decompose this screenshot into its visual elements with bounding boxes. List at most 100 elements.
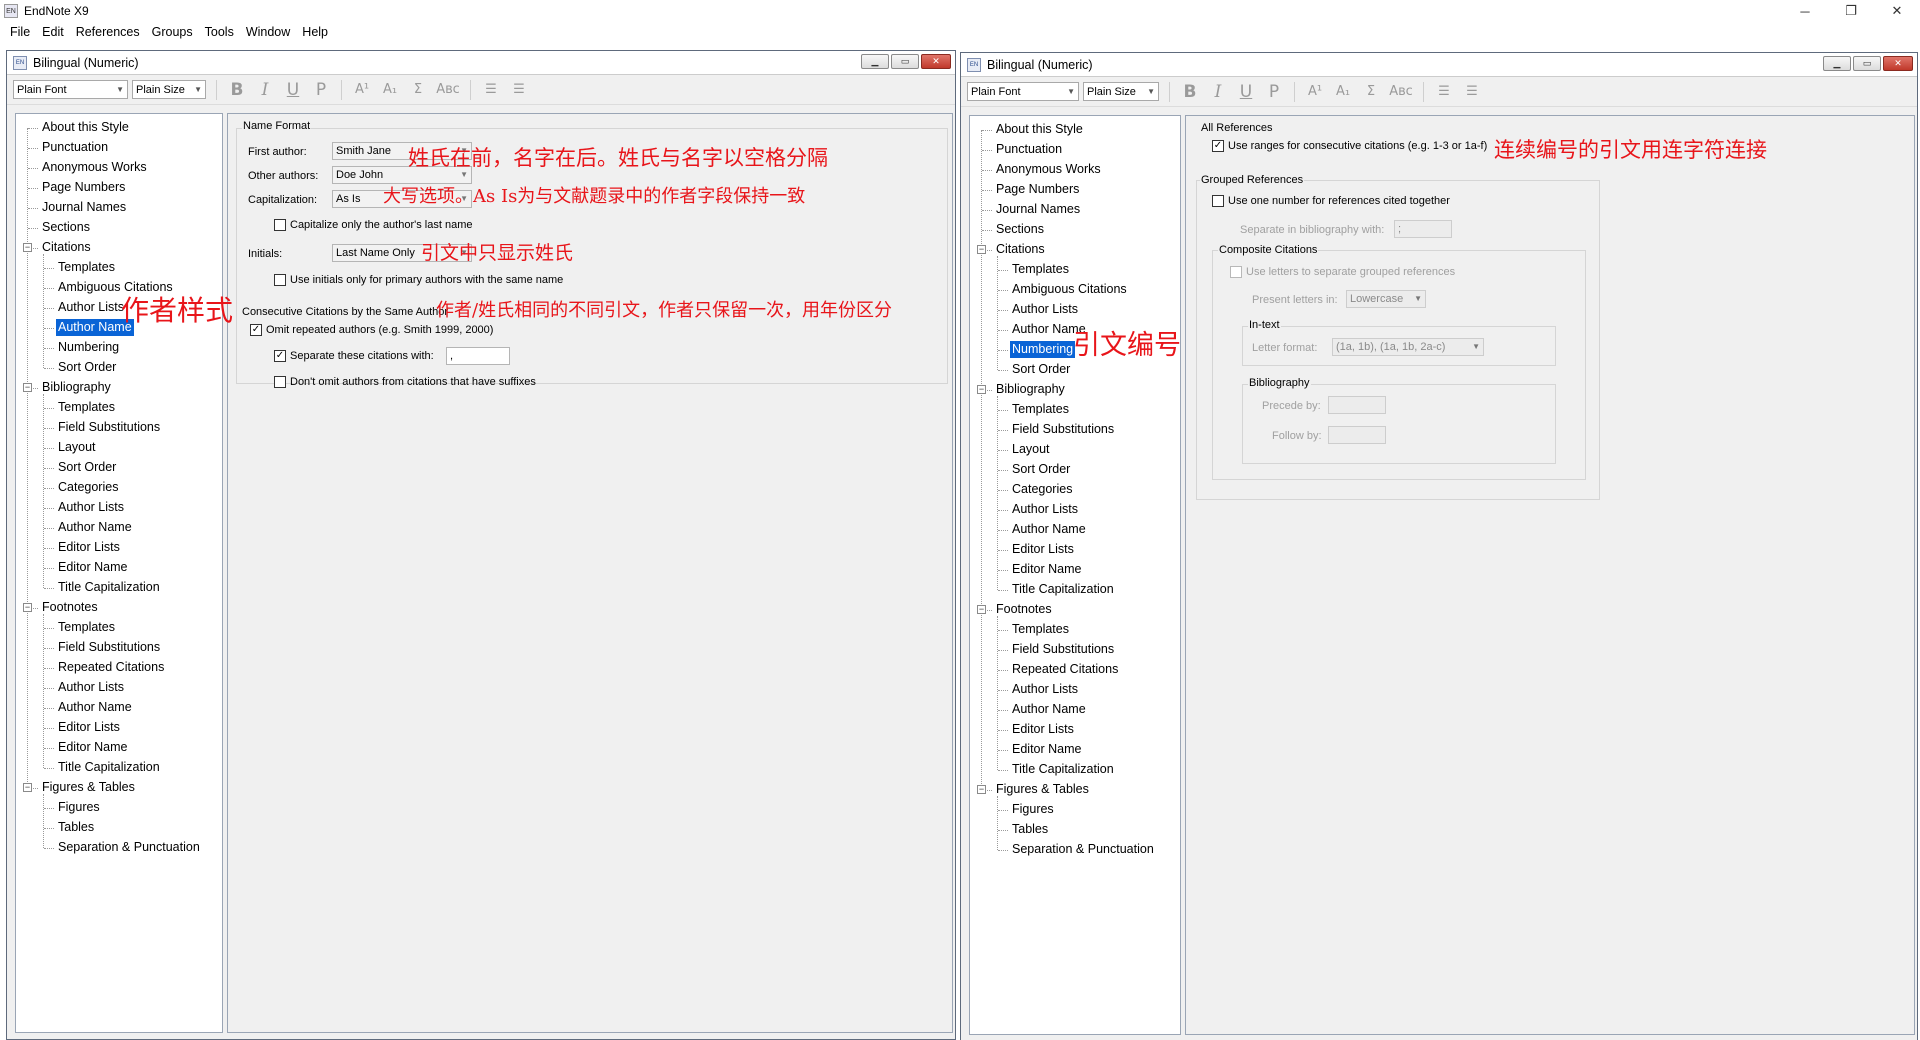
tree-item-label: Editor Name [1012, 562, 1082, 576]
separate-in-bib-input[interactable]: ; [1394, 220, 1452, 238]
size-combo[interactable]: Plain Size ▼ [132, 80, 206, 99]
collapse-icon[interactable]: − [977, 605, 986, 614]
omit-repeated-checkbox[interactable]: ✓ Omit repeated authors (e.g. Smith 1999,… [250, 324, 493, 336]
collapse-icon[interactable]: − [23, 243, 32, 252]
collapse-icon[interactable]: − [977, 785, 986, 794]
small-caps-icon[interactable]: Aʙᴄ [432, 79, 464, 101]
app-title: EndNote X9 [24, 4, 89, 18]
subscript-icon[interactable]: A₁ [1329, 81, 1357, 103]
tree-item-label: Author Name [1012, 702, 1086, 716]
style-tree: About this Style Punctuation Anonymous Wor… [15, 113, 223, 1033]
cap-last-name-checkbox[interactable]: Capitalize only the author's last name [274, 219, 472, 231]
menu-window[interactable]: Window [240, 25, 296, 39]
tree-item-label: Editor Lists [1012, 542, 1074, 556]
superscript-icon[interactable]: A¹ [348, 79, 376, 101]
bold-icon[interactable]: B [223, 79, 251, 101]
collapse-icon[interactable]: − [23, 383, 32, 392]
tree-item-label: Templates [58, 620, 115, 634]
align-left-icon[interactable]: ☰ [1430, 81, 1458, 103]
tree-item-label: Layout [1012, 442, 1050, 456]
minimize-button[interactable]: ─ [1782, 0, 1828, 22]
symbol-icon[interactable]: Σ [404, 79, 432, 101]
tree-item-label: Ambiguous Citations [1012, 282, 1127, 296]
menu-edit[interactable]: Edit [36, 25, 70, 39]
italic-icon[interactable]: I [251, 79, 279, 101]
small-caps-icon[interactable]: Aʙᴄ [1385, 81, 1417, 103]
tree-item-label: Numbering [58, 340, 120, 354]
other-authors-label: Other authors: [248, 170, 319, 182]
tree-item-label: Field Substitutions [58, 420, 161, 434]
tree-item-label: Editor Lists [58, 540, 120, 554]
font-combo[interactable]: Plain Font ▼ [13, 80, 128, 99]
annotation-name-order: 姓氏在前，名字在后。姓氏与名字以空格分隔 [408, 146, 828, 170]
capitalization-label: Capitalization: [248, 194, 318, 206]
use-initials-checkbox[interactable]: Use initials only for primary authors wi… [274, 274, 563, 286]
superscript-icon[interactable]: A¹ [1301, 81, 1329, 103]
present-letters-select[interactable]: Lowercase ▼ [1346, 290, 1426, 308]
size-combo[interactable]: Plain Size ▼ [1083, 82, 1159, 101]
tree-item-label: Editor Name [58, 560, 128, 574]
tree-item-label: Figures & Tables [42, 780, 135, 794]
format-toolbar: Plain Font ▼ Plain Size ▼ B I U P A¹ A₁ Σ … [7, 75, 955, 105]
tree-item-label: Author Lists [1012, 302, 1079, 316]
follow-by-input[interactable] [1328, 426, 1386, 444]
italic-icon[interactable]: I [1204, 81, 1232, 103]
doc-close-button[interactable]: ✕ [921, 54, 951, 69]
in-text-label: In-text [1248, 319, 1281, 331]
font-combo[interactable]: Plain Font ▼ [967, 82, 1079, 101]
separate-citations-checkbox[interactable]: ✓ Separate these citations with: [274, 350, 434, 362]
doc-maximize-button[interactable]: ▭ [1853, 56, 1881, 71]
annotation-ranges: 连续编号的引文用连字符连接 [1494, 138, 1767, 162]
letter-format-select[interactable]: (1a, 1b), (1a, 1b, 2a-c) ▼ [1332, 338, 1484, 356]
tree-item-label: Templates [58, 260, 115, 274]
plain-icon[interactable]: P [307, 79, 335, 101]
underline-icon[interactable]: U [1232, 81, 1260, 103]
one-number-checkbox[interactable]: Use one number for references cited toge… [1212, 195, 1450, 207]
doc-maximize-button[interactable]: ▭ [891, 54, 919, 69]
justify-icon[interactable]: ☰ [505, 79, 533, 101]
tree-item-label: Bibliography [996, 382, 1065, 396]
doc-title: Bilingual (Numeric) [33, 55, 139, 70]
annotation-consecutive: 作者/姓氏相同的不同引文，作者只保留一次，用年份区分 [436, 300, 893, 321]
collapse-icon[interactable]: − [23, 783, 32, 792]
format-toolbar: Plain Font ▼ Plain Size ▼ B I U P A¹ A₁ Σ … [961, 77, 1917, 107]
first-author-label: First author: [248, 146, 307, 158]
menu-references[interactable]: References [70, 25, 146, 39]
doc-minimize-button[interactable]: ▁ [861, 54, 889, 69]
tree-item-label: Editor Lists [58, 720, 120, 734]
menu-help[interactable]: Help [296, 25, 334, 39]
use-letters-checkbox[interactable]: Use letters to separate grouped referenc… [1230, 266, 1455, 278]
tree-item-label: Categories [58, 480, 119, 494]
collapse-icon[interactable]: − [977, 385, 986, 394]
tree-item-label: Journal Names [42, 200, 127, 214]
dont-omit-checkbox[interactable]: Don't omit authors from citations that h… [274, 376, 536, 388]
menu-file[interactable]: File [4, 25, 36, 39]
collapse-icon[interactable]: − [977, 245, 986, 254]
doc-title: Bilingual (Numeric) [987, 57, 1093, 72]
bold-icon[interactable]: B [1176, 81, 1204, 103]
tree-item-label: Sort Order [1012, 462, 1071, 476]
tree-item-label: Sections [42, 220, 90, 234]
annotation-initials: 引文中只显示姓氏 [421, 242, 574, 264]
endnote-logo-icon: EN [4, 4, 18, 18]
align-left-icon[interactable]: ☰ [477, 79, 505, 101]
tree-item-label: Tables [1012, 822, 1049, 836]
underline-icon[interactable]: U [279, 79, 307, 101]
collapse-icon[interactable]: − [23, 603, 32, 612]
restore-button[interactable]: ❐ [1828, 0, 1874, 22]
tree-item-label: Editor Name [1012, 742, 1082, 756]
close-button[interactable]: ✕ [1874, 0, 1920, 22]
menu-groups[interactable]: Groups [146, 25, 199, 39]
subscript-icon[interactable]: A₁ [376, 79, 404, 101]
tree-item-label: Bibliography [42, 380, 111, 394]
bibliography-group [1242, 384, 1556, 464]
menu-tools[interactable]: Tools [199, 25, 240, 39]
use-ranges-checkbox[interactable]: ✓ Use ranges for consecutive citations (e… [1212, 140, 1487, 152]
plain-icon[interactable]: P [1260, 81, 1288, 103]
justify-icon[interactable]: ☰ [1458, 81, 1486, 103]
doc-close-button[interactable]: ✕ [1883, 56, 1913, 71]
symbol-icon[interactable]: Σ [1357, 81, 1385, 103]
doc-minimize-button[interactable]: ▁ [1823, 56, 1851, 71]
precede-by-input[interactable] [1328, 396, 1386, 414]
separate-citations-input[interactable]: , [446, 347, 510, 365]
